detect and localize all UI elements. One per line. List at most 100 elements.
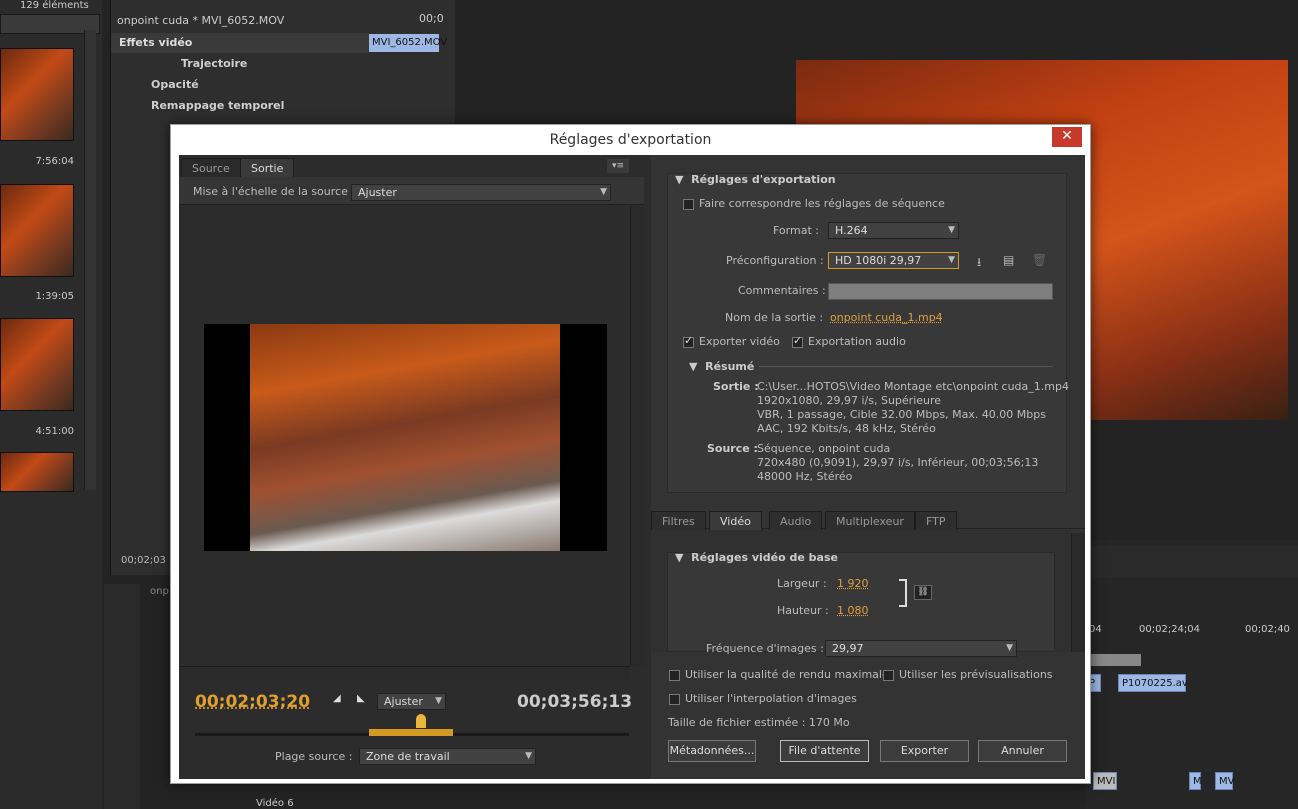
effects-header: Effets vidéo	[111, 33, 369, 53]
thumbnail[interactable]	[0, 48, 74, 141]
track-label: Vidéo 6	[256, 798, 294, 809]
format-label: Format :	[773, 224, 819, 237]
summary-title: ▼ Résumé	[689, 360, 755, 373]
comments-input[interactable]	[828, 283, 1053, 300]
chevron-down-icon: ▼	[525, 751, 532, 761]
tab-audio[interactable]: Audio	[769, 511, 823, 530]
preview-scrollbar[interactable]	[630, 206, 644, 666]
chevron-down-icon: ▼	[1006, 643, 1013, 653]
duration-timecode: 00;03;56;13	[517, 692, 633, 712]
tab-filters[interactable]: Filtres	[651, 511, 706, 530]
match-sequence-checkbox[interactable]	[683, 199, 694, 210]
project-scrollbar[interactable]	[84, 30, 96, 490]
preview-hscrollbar[interactable]	[179, 666, 630, 680]
summary-source-key: Source :	[707, 442, 758, 455]
effect-row[interactable]: Trajectoire	[111, 54, 369, 74]
sequence-label: onpoint cuda * MVI_6052.MOV	[117, 14, 285, 27]
width-value[interactable]: 1 920	[837, 577, 869, 590]
thumb-time: 1:39:05	[35, 291, 74, 302]
preview-area	[179, 206, 630, 666]
scale-dropdown[interactable]: Ajuster ▼	[351, 184, 611, 201]
preset-dropdown[interactable]: HD 1080i 29,97 ▼	[828, 252, 959, 269]
export-video-checkbox[interactable]	[683, 334, 694, 348]
summary-output-line: AAC, 192 Kbits/s, 48 kHz, Stéréo	[757, 422, 936, 435]
timeline-panel: 04 00;02;24;04 00;02;40 P P1070225.av MV…	[1085, 540, 1298, 809]
thumbnail[interactable]	[0, 318, 74, 411]
frame-blend-label: Utiliser l'interpolation d'images	[685, 692, 857, 705]
work-area-range[interactable]	[369, 729, 453, 736]
basic-video-section	[667, 552, 1055, 652]
ecp-timecode: 00;0	[419, 12, 444, 25]
cancel-button[interactable]: Annuler	[978, 740, 1067, 762]
output-name-label: Nom de la sortie :	[725, 311, 824, 324]
format-dropdown[interactable]: H.264 ▼	[828, 222, 959, 239]
tab-multiplexer[interactable]: Multiplexeur	[825, 511, 915, 530]
max-quality-label: Utiliser la qualité de rendu maximale	[685, 668, 889, 681]
effect-row[interactable]: Remappage temporel	[111, 96, 369, 116]
current-timecode[interactable]: 00;02;03;20	[195, 692, 310, 712]
divider	[759, 366, 1053, 367]
delete-preset-icon[interactable]: 🗑	[1032, 253, 1047, 267]
timeline-clip[interactable]: MV	[1215, 772, 1234, 790]
tab-video[interactable]: Vidéo	[709, 511, 762, 530]
export-button[interactable]: Exporter	[880, 740, 969, 762]
video-settings-scrollbar[interactable]	[1071, 533, 1085, 652]
range-value: Zone de travail	[366, 750, 450, 763]
summary-title-text: Résumé	[705, 360, 755, 373]
output-name-link[interactable]: onpoint cuda_1.mp4	[830, 311, 943, 324]
work-area-bar[interactable]	[1085, 654, 1141, 666]
playhead-icon[interactable]	[416, 714, 426, 728]
timeline-tab-label: onp	[150, 586, 169, 597]
settings-tabs: Filtres Vidéo Audio Multiplexeur FTP	[651, 509, 1085, 530]
ecp-bottom-timecode: 00;02;03	[121, 555, 166, 566]
timeline-clip[interactable]: P1070225.av	[1118, 674, 1188, 692]
use-previews-label: Utiliser les prévisualisations	[899, 668, 1053, 681]
letterbox	[204, 324, 607, 551]
ecp-clip[interactable]: MVI_6052.MOV	[369, 34, 447, 52]
range-dropdown[interactable]: Zone de travail ▼	[359, 748, 536, 765]
link-bracket	[899, 579, 907, 607]
summary-source-line: 48000 Hz, Stéréo	[757, 470, 853, 483]
fps-dropdown[interactable]: 29,97 ▼	[825, 640, 1017, 657]
mark-in-icon[interactable]: ◢	[333, 693, 341, 704]
thumb-time: 7:56:04	[35, 156, 74, 167]
metadata-button[interactable]: Métadonnées...	[668, 740, 756, 762]
chevron-down-icon: ▼	[600, 187, 607, 197]
export-video-label: Exporter vidéo	[699, 335, 780, 348]
chevron-down-icon: ▼	[435, 696, 442, 706]
tab-source[interactable]: Source	[181, 158, 241, 177]
height-value[interactable]: 1 080	[837, 604, 869, 617]
preset-label: Préconfiguration :	[726, 254, 824, 267]
import-preset-icon[interactable]: ▤	[1003, 253, 1014, 267]
range-label: Plage source :	[275, 750, 353, 763]
save-preset-icon[interactable]: ⭳	[977, 253, 981, 274]
mark-out-icon[interactable]: ◣	[357, 693, 365, 704]
tab-output[interactable]: Sortie	[240, 158, 295, 177]
export-settings-title: ▼ Réglages d'exportation	[675, 173, 836, 186]
close-button[interactable]: ✕	[1052, 127, 1082, 147]
panel-menu-icon[interactable]: ▾≡	[607, 159, 629, 173]
max-quality-checkbox[interactable]	[669, 670, 680, 681]
export-audio-checkbox[interactable]	[792, 334, 803, 348]
scale-label: Mise à l'échelle de la source :	[193, 185, 356, 198]
dialog-body: Source Sortie ▾≡ Mise à l'échelle de la …	[179, 155, 1085, 779]
timeline-clip[interactable]: M	[1189, 772, 1202, 790]
summary-output-key: Sortie :	[713, 380, 759, 393]
fit-dropdown[interactable]: Ajuster ▼	[377, 693, 446, 710]
export-settings-dialog: Réglages d'exportation ✕ Source Sortie ▾…	[170, 124, 1091, 784]
tab-ftp[interactable]: FTP	[915, 511, 957, 530]
fps-label: Fréquence d'images :	[706, 642, 824, 655]
project-panel: 129 éléments 7:56:04 1:39:05 4:51:00	[0, 0, 102, 809]
chain-link-icon[interactable]: ⛓	[914, 585, 932, 600]
thumbnail[interactable]	[0, 452, 74, 492]
effect-row[interactable]: Opacité	[111, 75, 369, 95]
thumbnail[interactable]	[0, 184, 74, 277]
frame-blend-checkbox[interactable]	[669, 694, 680, 705]
height-label: Hauteur :	[777, 604, 829, 617]
use-previews-checkbox[interactable]	[883, 670, 894, 681]
summary-source-line: 720x480 (0,9091), 29,97 i/s, Inférieur, …	[757, 456, 1039, 469]
timeline-clip[interactable]: MVI	[1093, 772, 1117, 790]
fps-value: 29,97	[832, 642, 864, 655]
summary-output-line: 1920x1080, 29,97 i/s, Supérieure	[757, 394, 942, 407]
queue-button[interactable]: File d'attente	[780, 740, 869, 762]
